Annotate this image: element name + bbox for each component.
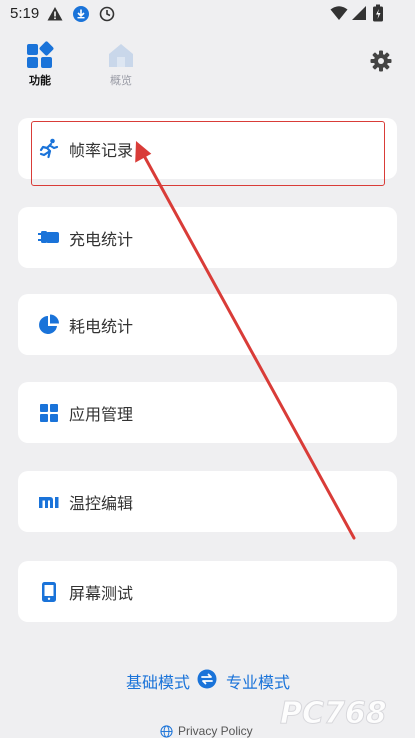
menu-item-label: 充电统计: [69, 230, 134, 249]
tab-overview[interactable]: 概览: [96, 36, 146, 92]
tab-feature[interactable]: 功能: [15, 36, 65, 92]
plug-icon: [38, 231, 59, 243]
status-bar: 5:19: [0, 0, 415, 30]
basic-mode-button[interactable]: 基础模式: [126, 669, 190, 693]
menu-item-thermal-edit[interactable]: 温控编辑: [18, 471, 397, 532]
menu-item-label: 耗电统计: [69, 317, 134, 336]
menu-item-label: 温控编辑: [69, 494, 134, 513]
menu-item-screen-test[interactable]: 屏幕测试: [18, 561, 397, 622]
running-icon: [39, 138, 59, 159]
menu-item-power-stats[interactable]: 耗电统计: [18, 294, 397, 355]
pro-mode-button[interactable]: 专业模式: [226, 669, 290, 693]
overview-icon: [109, 44, 133, 67]
tab-overview-label: 概览: [110, 74, 132, 87]
menu-item-label: 帧率记录: [69, 141, 134, 160]
swap-icon[interactable]: [197, 669, 217, 689]
gear-icon[interactable]: [369, 49, 393, 73]
menu-item-app-management[interactable]: 应用管理: [18, 382, 397, 443]
globe-icon: [160, 725, 173, 738]
watermark-logo: PC768: [280, 696, 387, 731]
status-time: 5:19: [10, 5, 40, 22]
clock-icon: [99, 6, 115, 22]
menu-item-frame-rate[interactable]: 帧率记录: [18, 118, 397, 179]
pie-icon: [39, 314, 59, 334]
battery-icon: [373, 4, 383, 22]
menu-item-label: 应用管理: [69, 405, 134, 424]
menu-item-charging-stats[interactable]: 充电统计: [18, 207, 397, 268]
tab-feature-label: 功能: [29, 74, 51, 87]
menu-item-label: 屏幕测试: [69, 584, 134, 603]
download-icon: [73, 6, 89, 22]
svg-text:PC768: PC768: [280, 696, 387, 730]
annotation-arrow: [135, 141, 356, 540]
mode-switch: 基础模式 专业模式: [0, 669, 415, 693]
wifi-icon: [330, 6, 348, 20]
privacy-policy-label: Privacy Policy: [178, 724, 253, 738]
grid-icon: [40, 404, 58, 422]
warning-icon: [47, 7, 63, 21]
top-tab-bar: 功能 概览: [0, 36, 415, 92]
mi-logo-icon: [39, 497, 59, 508]
phone-icon: [42, 582, 56, 602]
signal-icon: [352, 6, 366, 20]
feature-icon: [27, 41, 54, 68]
